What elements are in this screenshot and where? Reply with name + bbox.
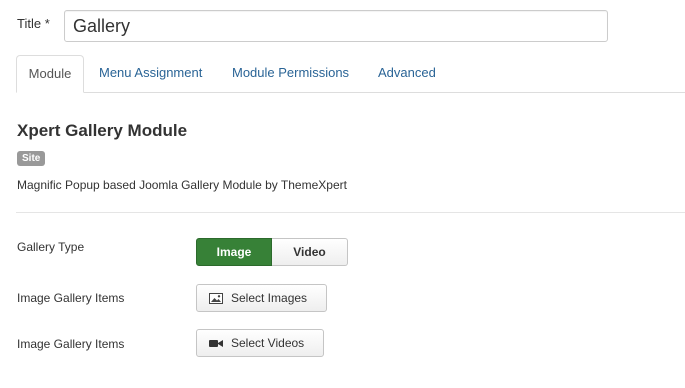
- image-gallery-items-label: Image Gallery Items: [17, 291, 125, 305]
- select-videos-button[interactable]: Select Videos: [196, 329, 324, 357]
- tab-module-permissions[interactable]: Module Permissions: [220, 55, 361, 93]
- divider: [16, 212, 685, 213]
- tab-module[interactable]: Module: [16, 55, 84, 93]
- site-badge: Site: [17, 151, 46, 166]
- gallery-type-label: Gallery Type: [17, 240, 85, 254]
- title-input[interactable]: [64, 10, 608, 42]
- title-label: Title *: [17, 16, 50, 31]
- video-gallery-items-label: Image Gallery Items: [17, 337, 125, 351]
- module-edit-form: Title * Module Menu Assignment Module Pe…: [0, 0, 685, 388]
- select-images-button[interactable]: Select Images: [196, 284, 327, 312]
- gallery-type-image-option[interactable]: Image: [196, 238, 272, 266]
- module-name: Xpert Gallery Module: [17, 121, 188, 140]
- select-images-label: Select Images: [231, 291, 308, 305]
- tab-advanced[interactable]: Advanced: [366, 55, 448, 93]
- select-videos-label: Select Videos: [231, 336, 305, 350]
- video-camera-icon: [209, 338, 223, 349]
- module-description: Magnific Popup based Joomla Gallery Modu…: [17, 178, 347, 192]
- tab-bar: Module Menu Assignment Module Permission…: [0, 55, 685, 93]
- gallery-type-toggle: Image Video: [196, 238, 348, 266]
- image-icon: [209, 292, 223, 304]
- tab-menu-assignment[interactable]: Menu Assignment: [87, 55, 214, 93]
- gallery-type-video-option[interactable]: Video: [272, 238, 348, 266]
